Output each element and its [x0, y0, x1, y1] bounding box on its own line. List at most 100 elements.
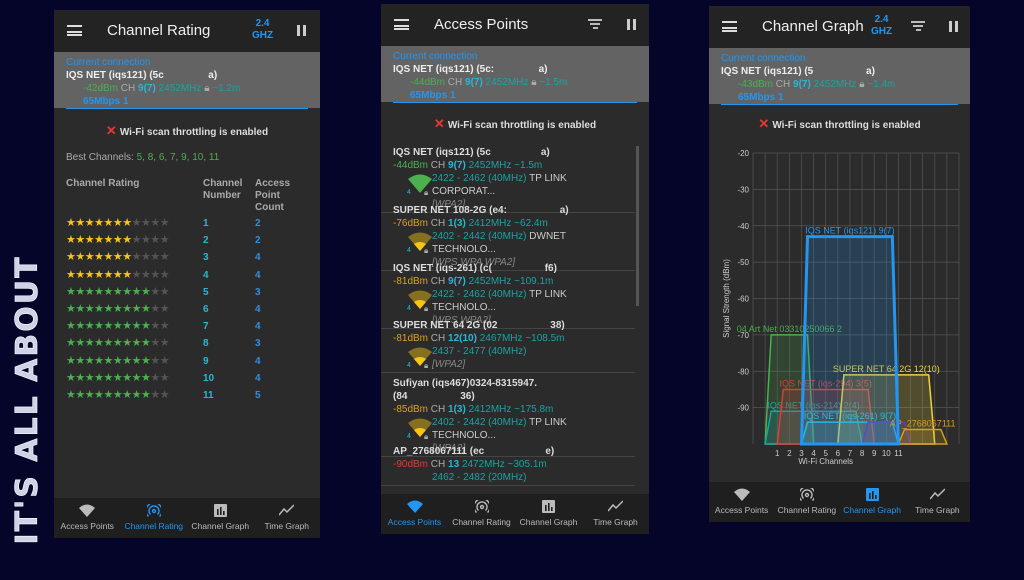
wifi-signal-icon: 4 🔒︎	[407, 418, 432, 439]
nav-channel-rating[interactable]: Channel Rating	[448, 494, 515, 534]
menu-icon[interactable]	[394, 19, 409, 30]
y-tick-label: -20	[737, 149, 749, 158]
network-trace	[897, 428, 949, 445]
channel-rating-row: ★★★★★★★★★★★	[66, 302, 170, 315]
star-rating: ★★★★★★★★★★★	[66, 285, 170, 298]
x-tick-label: 2	[787, 449, 792, 458]
access-point-item[interactable]: SUPER NET 64 2G (02 38) -81dBm CH 12(10)…	[381, 318, 635, 373]
ap-ssid: Sufiyan (iqs467)0324-8315947. (84 36)	[393, 378, 537, 402]
signal-target-icon	[448, 498, 515, 514]
star-rating: ★★★★★★★★★★★	[66, 251, 170, 264]
link-speed: 65Mbps 1	[83, 96, 129, 107]
bar-chart-icon	[187, 504, 254, 518]
x-axis-label: Wi-Fi Channels	[798, 457, 853, 466]
nav-time-graph[interactable]: Time Graph	[254, 498, 321, 538]
ap-count: 3	[255, 338, 261, 350]
nav-label: Time Graph	[264, 521, 310, 531]
nav-label: Channel Graph	[519, 517, 578, 527]
signal-dbm: -42dBm	[83, 83, 119, 94]
wifi-signal-icon: 4 🔒︎	[407, 232, 432, 253]
network-label: IQS NET (iqs121) 9(7)	[805, 226, 894, 236]
lock-icon: 🔒︎	[531, 77, 537, 88]
ap-channel: 9(7)	[448, 276, 466, 287]
ap-ssid: AP_2768067111 (ec e)	[393, 446, 555, 457]
y-axis-label: Signal Strength (dBm)	[722, 259, 731, 338]
nav-time-graph[interactable]: Time Graph	[582, 494, 649, 534]
pause-icon[interactable]	[297, 25, 306, 36]
y-tick-label: -80	[737, 367, 749, 376]
band-unit: GHZ	[252, 30, 274, 41]
ap-ssid: IQS NET (iqs-261) (c( f6)	[393, 263, 557, 274]
current-connection[interactable]: Current connection IQS NET (iqs121) (5c:…	[381, 46, 649, 103]
nav-channel-graph[interactable]: Channel Graph	[515, 494, 582, 534]
channel-rating-row: ★★★★★★★★★★★	[66, 268, 170, 281]
y-tick-label: -30	[737, 185, 749, 194]
star-rating: ★★★★★★★★★★★	[66, 337, 170, 350]
ap-frequency: 2452MHz ~109.1m	[468, 276, 554, 287]
menu-icon[interactable]	[67, 25, 82, 36]
svg-text:🔒︎: 🔒︎	[424, 432, 428, 439]
nav-label: Channel Graph	[843, 505, 901, 515]
frequency: 2452MHz	[485, 77, 529, 88]
bottom-navigation: Access Points Channel Rating Channel Graph…	[54, 498, 320, 538]
ap-ssid: SUPER NET 108-2G (e4: a)	[393, 205, 569, 216]
nav-time-graph[interactable]: Time Graph	[905, 482, 970, 522]
connection-ssid: IQS NET (iqs121) (5c a)	[66, 70, 218, 81]
wifi-signal-icon: 4 🔒︎	[407, 290, 432, 311]
channel-rating-row: ★★★★★★★★★★★	[66, 319, 170, 333]
ap-count: 2	[255, 235, 261, 247]
svg-text:🔒︎: 🔒︎	[424, 246, 428, 253]
nav-channel-graph[interactable]: Channel Graph	[187, 498, 254, 538]
error-x-icon: ✕	[105, 123, 117, 138]
access-point-item[interactable]: AP_2768067111 (ec e) -90dBm CH 13 2472MH…	[381, 444, 635, 486]
network-trace	[799, 235, 900, 446]
nav-channel-rating[interactable]: Channel Rating	[774, 482, 839, 522]
band-toggle[interactable]: 2.4 GHZ	[252, 18, 273, 42]
nav-channel-graph[interactable]: Channel Graph	[840, 482, 905, 522]
page-title: Access Points	[434, 16, 529, 33]
ap-count: 4	[255, 321, 261, 333]
nav-label: Time Graph	[915, 505, 960, 515]
scrollbar[interactable]	[636, 146, 639, 306]
channel-number: 9	[203, 355, 209, 367]
channel-rating-row: ★★★★★★★★★★★	[66, 233, 170, 246]
x-tick-label: 9	[872, 449, 877, 458]
nav-label: Channel Graph	[191, 521, 250, 531]
ap-count: 4	[255, 372, 261, 384]
nav-access-points[interactable]: Access Points	[54, 498, 121, 538]
channel-number: 7	[203, 321, 209, 333]
star-rating: ★★★★★★★★★★★	[66, 354, 170, 367]
ap-signal: -76dBm	[393, 218, 429, 229]
throttle-warning: ✕ Wi-Fi scan throttling is enabled	[381, 116, 649, 132]
pause-icon[interactable]	[627, 19, 636, 30]
ap-signal: -85dBm	[393, 404, 429, 415]
ap-channel: 9(7)	[448, 160, 466, 171]
channel-rating-row: ★★★★★★★★★★★	[66, 371, 170, 384]
star-rating: ★★★★★★★★★★★	[66, 320, 170, 333]
signal-dbm: -44dBm	[410, 77, 446, 88]
signal-target-icon	[121, 502, 188, 518]
ap-range: 2462 - 2482 (20MHz)	[432, 472, 527, 483]
y-tick-label: -60	[737, 295, 749, 304]
ap-channel: 13	[448, 459, 460, 470]
wifi-icon	[381, 500, 448, 514]
signal-target-icon	[774, 486, 839, 502]
channel-rating-row: ★★★★★★★★★★★	[66, 216, 170, 229]
app-bar: Channel Rating 2.4 GHZ	[54, 10, 320, 52]
wifi-signal-icon: 4 🔒︎	[407, 174, 432, 195]
nav-channel-rating[interactable]: Channel Rating	[121, 498, 188, 538]
wifi-signal-icon: 4 🔒︎	[407, 347, 432, 368]
nav-access-points[interactable]: Access Points	[709, 482, 774, 522]
svg-text:🔒︎: 🔒︎	[424, 361, 428, 368]
nav-access-points[interactable]: Access Points	[381, 494, 448, 534]
svg-text:🔒︎: 🔒︎	[424, 304, 428, 311]
channel-number: 1	[203, 218, 209, 229]
col-count-header: Access Point Count	[255, 178, 291, 213]
channel-number: 5	[203, 286, 209, 298]
current-connection[interactable]: Current connection IQS NET (iqs121) (5c …	[54, 52, 320, 109]
ap-frequency: 2412MHz ~62.4m	[468, 218, 548, 229]
throttle-text: Wi-Fi scan throttling is enabled	[447, 120, 597, 131]
ap-count: 5	[255, 390, 261, 401]
filter-icon[interactable]	[588, 19, 602, 29]
svg-text:4: 4	[407, 247, 411, 253]
